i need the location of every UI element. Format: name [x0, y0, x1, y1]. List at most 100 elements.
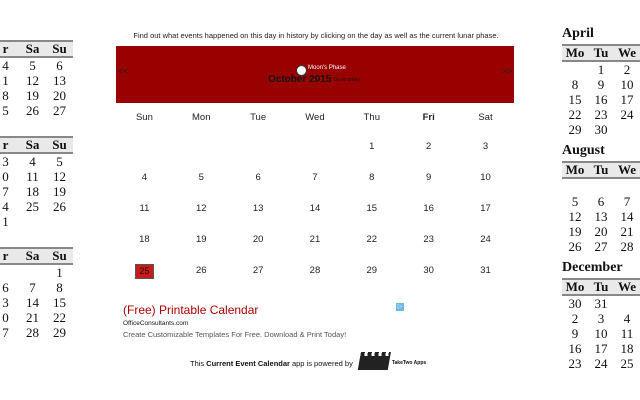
mini-day: 18 [620, 341, 634, 356]
mini-weekday-header: We [614, 44, 640, 62]
next-month-button[interactable]: >> [501, 66, 512, 76]
day-cell[interactable]: 28 [287, 264, 344, 278]
mini-day: 8 [56, 280, 63, 295]
empty-day-cell [116, 140, 173, 154]
day-cell[interactable]: 20 [230, 233, 287, 247]
mini-day: 17 [620, 92, 634, 107]
mini-calendar: August Mo Tu We 5 6 7 12 13 14 19 20 21 26 27 28 [562, 141, 640, 254]
footer-text-post: app is powered by [291, 358, 353, 368]
mini-day: 19 [26, 88, 39, 103]
mini-day: 23 [594, 107, 608, 122]
calendar-week: 123 [116, 131, 514, 162]
mini-day: 31 [594, 296, 608, 311]
mini-calendar-month: April [562, 26, 594, 41]
prev-month-button[interactable]: << [118, 66, 129, 76]
day-cell[interactable]: 24 [457, 233, 514, 247]
mini-calendar: December Mo Tu We 30 31 2 3 4 9 10 11 16 17 18 23 24 25 [562, 258, 640, 371]
ad-block[interactable]: (Free) Printable Calendar OfficeConsulta… [123, 303, 408, 339]
day-cell[interactable]: 5 [173, 171, 230, 185]
weekday-tue: Tue [250, 111, 267, 123]
day-cell[interactable]: 29 [343, 264, 400, 278]
mini-day: 7 [2, 325, 9, 340]
day-cell[interactable]: 10 [457, 171, 514, 185]
mini-day: 3 [597, 311, 605, 326]
footer-app-name: Current Event Calendar [206, 358, 290, 368]
taketwo-logo[interactable]: TakeTwo Apps [357, 356, 426, 370]
day-cell[interactable]: 30 [400, 264, 457, 278]
ad-title-link[interactable]: (Free) Printable Calendar [123, 303, 408, 317]
ad-choices-icon[interactable]: ▷ [396, 303, 404, 311]
mini-day: 14 [620, 209, 634, 224]
day-cell[interactable]: 11 [116, 202, 173, 216]
ad-url[interactable]: OfficeConsultants.com [123, 320, 408, 327]
today-highlight[interactable]: 25 [134, 263, 154, 279]
day-cell[interactable]: 14 [287, 202, 344, 216]
mini-weekday-header: r [0, 136, 19, 154]
day-cell[interactable]: 17 [457, 202, 514, 216]
mini-day: 30 [594, 122, 608, 137]
empty-day-cell [173, 140, 230, 154]
day-cell[interactable]: 16 [400, 202, 457, 216]
mini-calendar-month: August [562, 143, 605, 158]
day-cell[interactable]: 18 [116, 233, 173, 247]
mini-day [614, 295, 640, 311]
day-cell[interactable]: 22 [343, 233, 400, 247]
day-cell[interactable]: 15 [343, 202, 400, 216]
mini-weekday-header: Mo [562, 44, 588, 62]
weekday-sat: Sat [478, 111, 493, 123]
day-cell[interactable]: 23 [400, 233, 457, 247]
day-cell[interactable]: 1 [343, 140, 400, 154]
day-cell[interactable]: 7 [287, 171, 344, 185]
mini-day: 15 [568, 92, 582, 107]
mini-day: 8 [2, 88, 9, 103]
day-cell[interactable]: 21 [287, 233, 344, 247]
mini-day: 12 [568, 209, 582, 224]
mini-weekday-header: Su [46, 136, 73, 154]
day-cell[interactable]: 2 [400, 140, 457, 154]
moon-phase-label[interactable]: Moon's Phase [308, 65, 346, 71]
month-title: October 2015 [268, 74, 332, 85]
calendar-week: 4 5 6 7 8 9 10 [116, 162, 514, 193]
day-cell[interactable]: 8 [343, 171, 400, 185]
day-cell[interactable]: 4 [116, 171, 173, 185]
mini-calendar: r Sa Su 3 4 5 0 11 12 7 18 19 4 25 26 1 [0, 136, 73, 229]
mini-day: 6 [56, 58, 63, 73]
calendar-grid: Sun Mon Tue Wed Thu Fri Sat 1 2 3 4 5 6 7 8 9 10 11 12 13 1… [116, 103, 514, 286]
mini-day: 1 [2, 73, 9, 88]
day-cell[interactable]: 12 [173, 202, 230, 216]
mini-day: 1 [597, 62, 605, 77]
mini-day: 21 [620, 224, 634, 239]
mini-day: 9 [597, 77, 605, 92]
mini-day: 13 [53, 73, 66, 88]
go-today-link[interactable]: Go to today [334, 77, 360, 83]
mini-weekday-header: r [0, 247, 19, 265]
mini-day: 27 [53, 103, 66, 118]
mini-day: 5 [29, 58, 36, 73]
mini-day: 9 [571, 326, 579, 341]
mini-day: 3 [2, 154, 9, 169]
day-cell[interactable]: 13 [230, 202, 287, 216]
intro-text: Find out what events happened on this da… [133, 31, 499, 40]
mini-day: 25 [26, 199, 39, 214]
mini-day [19, 214, 46, 229]
day-cell[interactable]: 26 [173, 264, 230, 278]
mini-weekday-header: We [614, 278, 640, 296]
mini-weekday-header: Sa [19, 40, 46, 58]
day-cell[interactable]: 9 [400, 171, 457, 185]
calendar-week: 11 12 13 14 15 16 17 [116, 193, 514, 224]
day-cell[interactable]: 25 [116, 263, 173, 279]
day-cell[interactable]: 6 [230, 171, 287, 185]
mini-day: 7 [623, 194, 631, 209]
mini-weekday-header: Sa [19, 136, 46, 154]
mini-weekday-header: Mo [562, 161, 588, 179]
mini-day: 12 [53, 169, 66, 184]
day-cell[interactable]: 31 [457, 264, 514, 278]
mini-day: 26 [568, 239, 582, 254]
weekday-mon: Mon [192, 111, 211, 123]
calendar-week: 18 19 20 21 22 23 24 [116, 224, 514, 255]
day-cell[interactable]: 27 [230, 264, 287, 278]
mini-calendar: r Sa Su 1 6 7 8 3 14 15 0 21 22 7 28 29 [0, 247, 73, 340]
weekday-fri: Fri [422, 111, 435, 123]
day-cell[interactable]: 19 [173, 233, 230, 247]
day-cell[interactable]: 3 [457, 140, 514, 154]
